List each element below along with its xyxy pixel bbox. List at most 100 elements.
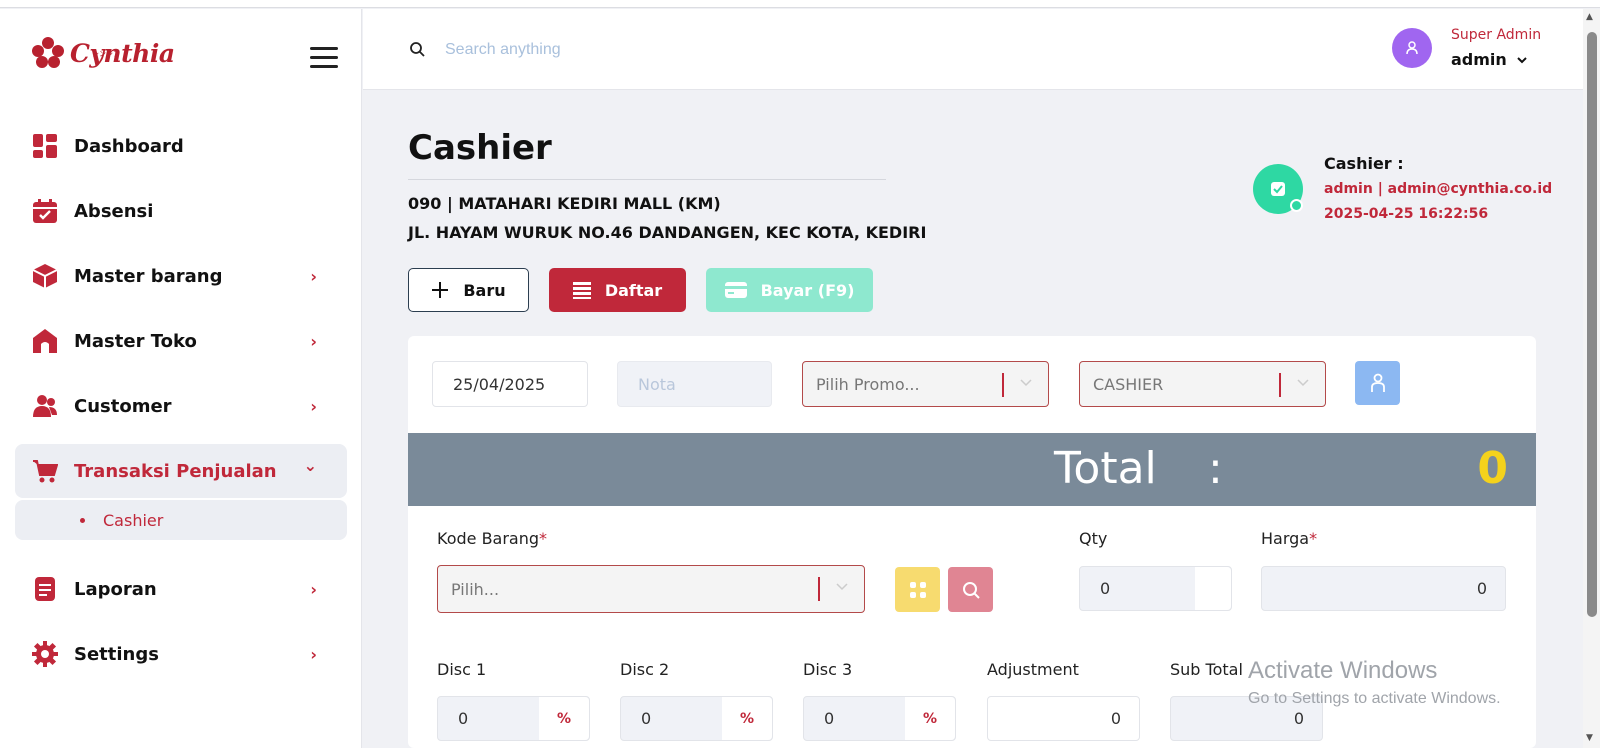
disc1-value: 0 — [458, 709, 469, 728]
online-indicator — [1290, 199, 1303, 212]
kode-barang-select[interactable]: Pilih... — [437, 565, 865, 613]
chevron-down-icon: ⌄ — [303, 456, 317, 475]
store-address: JL. HAYAM WURUK NO.46 DANDANGEN, KEC KOT… — [408, 223, 927, 242]
cart-icon — [32, 458, 58, 484]
sidebar-item-label: Master Toko — [74, 330, 197, 352]
list-button-label: Daftar — [604, 280, 663, 300]
hamburger-menu-icon[interactable] — [310, 47, 338, 69]
adjustment-label: Adjustment — [987, 660, 1079, 679]
disc1-input[interactable]: 0 % — [437, 696, 590, 741]
avatar[interactable] — [1392, 28, 1432, 68]
sidebar-item-label: Settings — [74, 643, 159, 665]
select-separator — [1279, 373, 1281, 397]
list-button[interactable]: Daftar — [549, 268, 686, 312]
search-icon — [962, 581, 980, 599]
new-button[interactable]: Baru — [408, 268, 529, 312]
date-value: 25/04/2025 — [453, 374, 546, 394]
percent-suffix: % — [905, 697, 955, 740]
sidebar: Cynthia シンシア Dashboard Absensi Master ba… — [0, 9, 362, 748]
date-field[interactable]: 25/04/2025 — [432, 361, 588, 407]
sidebar-subitem-cashier[interactable]: Cashier — [15, 500, 347, 540]
total-value: 0 — [1477, 443, 1508, 494]
sidebar-item-laporan[interactable]: Laporan › — [15, 562, 347, 616]
kode-barang-label: Kode Barang* — [437, 529, 547, 548]
sidebar-item-label: Master barang — [74, 265, 223, 287]
cashier-timestamp: 2025-04-25 16:22:56 — [1324, 206, 1489, 222]
sidebar-item-master-barang[interactable]: Master barang › — [15, 249, 347, 303]
qty-stepper[interactable] — [1195, 567, 1231, 610]
cashier-label: Cashier : — [1324, 154, 1404, 173]
brand-name: Cynthia — [70, 38, 175, 68]
credit-card-icon — [724, 281, 747, 299]
qty-input[interactable]: 0 — [1079, 566, 1232, 611]
store-icon — [32, 328, 58, 354]
qty-label: Qty — [1079, 529, 1108, 548]
windows-activation-watermark-title: Activate Windows — [1248, 657, 1438, 684]
promo-select[interactable]: Pilih Promo... — [802, 361, 1049, 407]
sidebar-item-absensi[interactable]: Absensi — [15, 184, 347, 238]
select-separator — [818, 577, 820, 601]
bullet-icon — [80, 517, 85, 523]
brand-subtitle: シンシア — [92, 50, 120, 58]
search-item-button[interactable] — [948, 567, 993, 612]
scroll-down-arrow-icon[interactable]: ▼ — [1586, 733, 1593, 743]
scroll-up-arrow-icon[interactable]: ▲ — [1586, 12, 1593, 22]
promo-placeholder: Pilih Promo... — [816, 374, 920, 394]
sidebar-item-label: Transaksi Penjualan — [74, 460, 277, 482]
sidebar-item-label: Laporan — [74, 578, 157, 600]
top-bar: Super Admin admin — [363, 9, 1583, 90]
harga-value: 0 — [1476, 579, 1487, 598]
disc2-input[interactable]: 0 % — [620, 696, 773, 741]
store-name: 090 | MATAHARI KEDIRI MALL (KM) — [408, 194, 721, 213]
select-customer-button[interactable] — [1355, 361, 1400, 405]
harga-label-text: Harga — [1261, 529, 1310, 548]
user-menu[interactable]: admin — [1451, 50, 1528, 69]
harga-input[interactable]: 0 — [1261, 566, 1506, 611]
sidebar-menu: Dashboard Absensi Master barang › Master… — [15, 119, 347, 692]
calendar-check-icon — [32, 198, 58, 224]
sidebar-item-settings[interactable]: Settings › — [15, 627, 347, 681]
harga-label: Harga* — [1261, 529, 1317, 548]
scan-barcode-button[interactable] — [895, 567, 940, 612]
scrollbar-thumb[interactable] — [1587, 32, 1597, 617]
chevron-right-icon: › — [310, 267, 317, 286]
select-separator — [1002, 373, 1004, 397]
nota-placeholder: Nota — [638, 374, 676, 394]
disc2-value: 0 — [641, 709, 652, 728]
adjustment-input[interactable]: 0 — [987, 696, 1140, 741]
percent-suffix: % — [722, 697, 772, 740]
chevron-right-icon: › — [310, 645, 317, 664]
sidebar-item-transaksi-penjualan[interactable]: Transaksi Penjualan ⌄ — [15, 444, 347, 498]
required-mark: * — [539, 529, 548, 548]
cashier-status-badge — [1253, 164, 1303, 214]
plus-icon — [431, 281, 449, 299]
sidebar-item-customer[interactable]: Customer › — [15, 379, 347, 433]
sidebar-item-dashboard[interactable]: Dashboard — [15, 119, 347, 173]
pay-button[interactable]: Bayar (F9) — [706, 268, 873, 312]
kode-barang-label-text: Kode Barang — [437, 529, 540, 548]
subtotal-value: 0 — [1293, 709, 1304, 728]
gear-icon — [32, 641, 58, 667]
sidebar-item-master-toko[interactable]: Master Toko › — [15, 314, 347, 368]
subtotal-label: Sub Total — [1170, 660, 1243, 679]
sidebar-item-label: Dashboard — [74, 135, 184, 157]
page-title: Cashier — [408, 128, 552, 168]
total-label: Total — [1054, 443, 1157, 494]
chevron-right-icon: › — [310, 332, 317, 351]
disc1-label: Disc 1 — [437, 660, 487, 679]
cashier-select[interactable]: CASHIER — [1079, 361, 1326, 407]
chevron-down-icon — [1516, 54, 1528, 68]
search-icon[interactable] — [409, 41, 425, 61]
kode-barang-placeholder: Pilih... — [451, 579, 500, 599]
pay-button-label: Bayar (F9) — [760, 280, 855, 300]
nota-field[interactable]: Nota — [617, 361, 772, 407]
cashier-user: admin | admin@cynthia.co.id — [1324, 181, 1553, 197]
disc3-input[interactable]: 0 % — [803, 696, 956, 741]
disc3-label: Disc 3 — [803, 660, 853, 679]
scan-icon — [909, 581, 926, 598]
sidebar-item-label: Customer — [74, 395, 172, 417]
hibiscus-logo-icon — [32, 37, 64, 68]
percent-suffix: % — [539, 697, 589, 740]
search-input[interactable] — [445, 37, 745, 63]
chevron-down-icon — [836, 580, 848, 594]
